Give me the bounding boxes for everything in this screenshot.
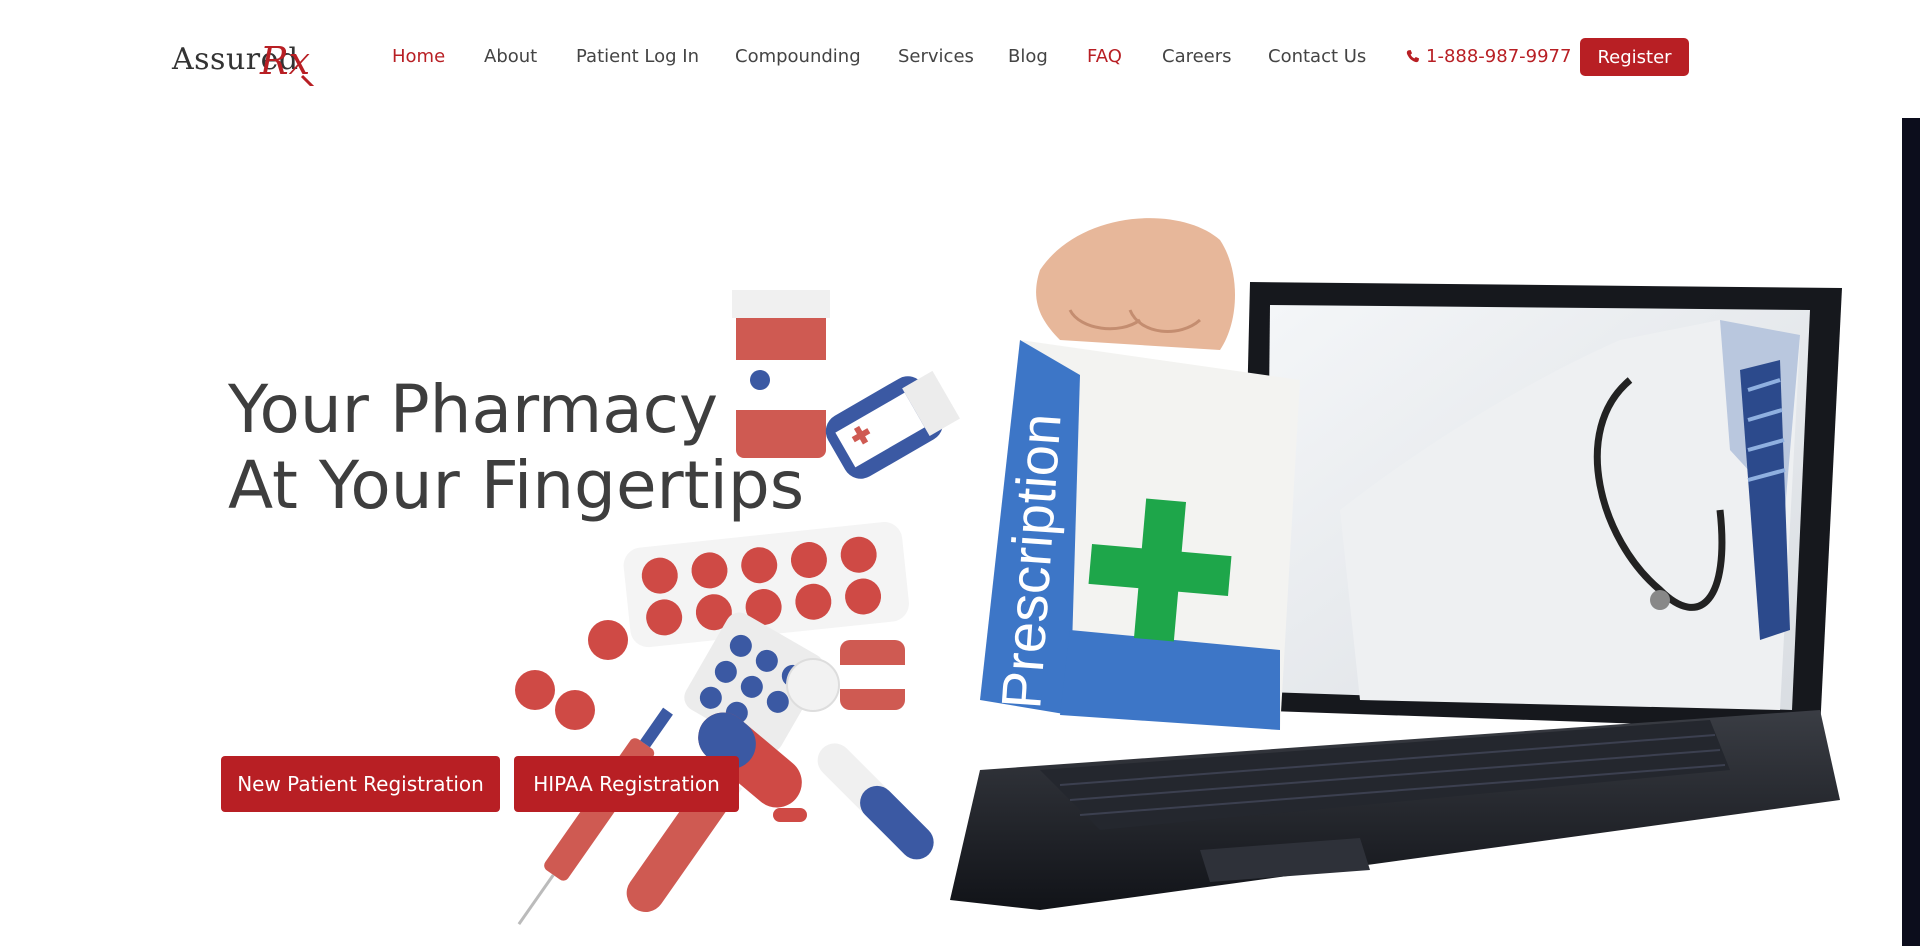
phone-icon — [1406, 49, 1420, 63]
headline-line-1: Your Pharmacy — [228, 371, 719, 448]
rx-logo-mark: Rx — [259, 39, 315, 86]
page: Assured Rx Home About Patient Log In Com… — [0, 0, 1920, 946]
nav-compounding[interactable]: Compounding — [735, 46, 861, 67]
hero-illustration: Prescription — [515, 218, 1842, 925]
phone-link[interactable]: 1-888-987-9977 — [1405, 46, 1571, 67]
nav-contact-us[interactable]: Contact Us — [1268, 46, 1366, 67]
new-patient-registration-button[interactable]: New Patient Registration — [221, 756, 500, 812]
dark-edge-strip — [1902, 118, 1920, 946]
nav-patient-log-in[interactable]: Patient Log In — [576, 46, 699, 67]
hipaa-registration-button[interactable]: HIPAA Registration — [514, 756, 739, 812]
nav-faq[interactable]: FAQ — [1087, 46, 1122, 67]
nav-careers[interactable]: Careers — [1162, 46, 1232, 67]
register-button[interactable]: Register — [1580, 38, 1689, 76]
headline-line-2: At Your Fingertips — [228, 447, 805, 524]
nav-home[interactable]: Home — [392, 46, 445, 67]
logo[interactable]: Assured Rx — [172, 36, 337, 86]
nav-services[interactable]: Services — [898, 46, 974, 67]
site-header: Assured Rx Home About Patient Log In Com… — [0, 0, 1920, 116]
phone-number: 1-888-987-9977 — [1426, 46, 1572, 67]
nav-about[interactable]: About — [484, 46, 537, 67]
nav-blog[interactable]: Blog — [1008, 46, 1048, 67]
hero-headline: Your Pharmacy At Your Fingertips — [228, 372, 848, 524]
